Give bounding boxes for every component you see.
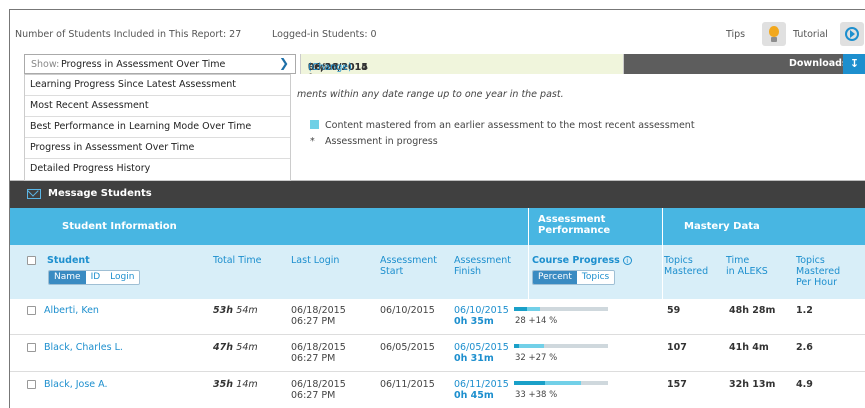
select-all-checkbox[interactable] (27, 256, 36, 265)
tutorial-label[interactable]: Tutorial (793, 29, 828, 40)
column-separator (528, 208, 529, 299)
name-tab[interactable]: Name (49, 271, 86, 284)
report-type-select[interactable]: Show: Progress in Assessment Over Time ❯ (24, 54, 296, 74)
column-separator (662, 208, 663, 299)
assessment-finish-link[interactable]: 06/11/2015 0h 45m (454, 379, 509, 401)
course-progress-bar (514, 381, 608, 385)
topics-tab[interactable]: Topics (576, 271, 615, 284)
legend-in-progress: * Assessment in progress (310, 136, 438, 147)
course-progress-text: 28 +14 % (515, 316, 558, 326)
selected-report-type: Progress in Assessment Over Time (61, 59, 226, 70)
message-students-label[interactable]: Message Students (48, 188, 152, 199)
menu-item-most-recent[interactable]: Most Recent Assessment (25, 96, 290, 117)
topics-per-hour-header[interactable]: Topics Mastered Per Hour (796, 255, 840, 288)
download-icon[interactable]: ↧ (843, 54, 865, 74)
student-column-header[interactable]: Student (47, 255, 90, 266)
total-time: 35h 14m (213, 379, 258, 390)
time-in-aleks: 48h 28m (729, 305, 776, 316)
id-tab[interactable]: ID (85, 271, 106, 284)
total-time: 47h 54m (213, 342, 258, 353)
asterisk-marker: * (310, 136, 315, 147)
time-in-aleks: 32h 13m (729, 379, 776, 390)
menu-item-best-performance[interactable]: Best Performance in Learning Mode Over T… (25, 117, 290, 138)
report-date-range: Report from 06/26/2014 to 06/26/2015 (Ch… (300, 54, 624, 84)
play-icon[interactable] (840, 22, 864, 46)
course-progress-bar (514, 344, 608, 348)
prior-progress-fill (514, 381, 545, 385)
row-checkbox[interactable] (27, 343, 36, 352)
row-checkbox[interactable] (27, 306, 36, 315)
assessment-start: 06/11/2015 (380, 379, 435, 390)
menu-item-learning-progress[interactable]: Learning Progress Since Latest Assessmen… (25, 75, 290, 96)
last-login: 06/18/2015 06:27 PM (291, 342, 346, 364)
report-frame: Number of Students Included in This Repo… (9, 9, 865, 408)
students-included-text: Number of Students Included in This Repo… (15, 29, 242, 40)
table-row: Black, Charles L. 47h 54m 06/18/2015 06:27 … (10, 336, 865, 372)
topics-mastered: 107 (667, 342, 687, 353)
info-icon[interactable]: i (622, 256, 632, 265)
menu-item-progress-over-time[interactable]: Progress in Assessment Over Time (25, 138, 290, 159)
progress-view-toggle: Percent Topics (532, 270, 616, 285)
course-progress-header[interactable]: Course Progress i (532, 255, 632, 266)
assessment-finish-header[interactable]: Assessment Finish (454, 255, 511, 277)
topics-per-hour: 2.6 (796, 342, 813, 353)
envelope-icon[interactable] (27, 189, 41, 199)
date-range-note: ments within any date range up to one ye… (297, 89, 564, 100)
assessment-start: 06/10/2015 (380, 305, 435, 316)
change-date-link[interactable]: (Change) (308, 62, 352, 73)
table-row: Alberti, Ken 53h 54m 06/18/2015 06:27 PM 06/… (10, 299, 865, 335)
course-progress-text: 33 +38 % (515, 390, 558, 400)
percent-tab[interactable]: Percent (533, 271, 577, 284)
login-tab[interactable]: Login (105, 271, 140, 284)
course-progress-text: 32 +27 % (515, 353, 558, 363)
prior-progress-fill (514, 307, 527, 311)
last-login-header[interactable]: Last Login (291, 255, 339, 266)
message-students-bar[interactable]: Message Students (10, 181, 865, 208)
report-info-row: Number of Students Included in This Repo… (10, 10, 865, 54)
downloads-bar: Downloads ↧ (624, 54, 865, 74)
gained-progress-fill (519, 344, 544, 348)
student-name-link[interactable]: Black, Jose A. (44, 379, 108, 390)
table-column-header: Student Name ID Login Total Time Last Lo… (10, 245, 865, 299)
time-in-aleks-header[interactable]: Time in ALEKS (726, 255, 768, 277)
topics-mastered-header[interactable]: Topics Mastered (664, 255, 708, 277)
last-login: 06/18/2015 06:27 PM (291, 305, 346, 327)
student-name-link[interactable]: Alberti, Ken (44, 305, 99, 316)
topics-per-hour: 4.9 (796, 379, 813, 390)
downloads-label[interactable]: Downloads (789, 58, 848, 69)
topics-mastered: 59 (667, 305, 681, 316)
table-group-header: Student Information Assessment Performan… (10, 208, 865, 245)
tips-label[interactable]: Tips (726, 29, 745, 40)
assessment-finish-link[interactable]: 06/10/2015 0h 35m (454, 305, 509, 327)
lightbulb-icon[interactable] (762, 22, 786, 46)
topics-per-hour: 1.2 (796, 305, 813, 316)
menu-item-detailed-history[interactable]: Detailed Progress History (25, 159, 290, 180)
show-label: Show: (31, 59, 60, 70)
course-progress-bar (514, 307, 608, 311)
assessment-start-header[interactable]: Assessment Start (380, 255, 437, 277)
time-in-aleks: 41h 4m (729, 342, 769, 353)
topics-mastered: 157 (667, 379, 687, 390)
legend-mastered: Content mastered from an earlier assessm… (310, 120, 695, 131)
report-type-menu: Learning Progress Since Latest Assessmen… (24, 74, 291, 181)
table-row: Black, Jose A. 35h 14m 06/18/2015 06:27 PM 0… (10, 373, 865, 408)
gained-progress-fill (527, 307, 540, 311)
total-time-header[interactable]: Total Time (213, 255, 261, 266)
assessment-finish-link[interactable]: 06/05/2015 0h 31m (454, 342, 509, 364)
logged-in-students-text: Logged-in Students: 0 (272, 29, 377, 40)
student-name-link[interactable]: Black, Charles L. (44, 342, 123, 353)
gained-progress-fill (545, 381, 581, 385)
total-time: 53h 54m (213, 305, 258, 316)
chevron-down-icon[interactable]: ❯ (279, 56, 289, 70)
last-login: 06/18/2015 06:27 PM (291, 379, 346, 401)
student-view-toggle: Name ID Login (48, 270, 141, 285)
assessment-start: 06/05/2015 (380, 342, 435, 353)
mastered-swatch (310, 120, 319, 129)
row-checkbox[interactable] (27, 380, 36, 389)
